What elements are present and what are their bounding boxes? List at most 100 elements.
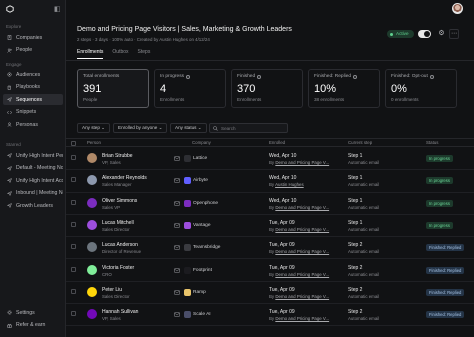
step-filter-dropdown[interactable]: Any step ⌄ [77, 123, 111, 133]
sidebar-item-label: Growth Leaders [16, 202, 53, 209]
sidebar-item-default-meeting-no[interactable]: Default - Meeting No... [3, 163, 63, 174]
column-current-step[interactable]: Current step [348, 140, 372, 145]
table-row[interactable]: Alexander Reynolds Sales Manager Airbyte We… [66, 170, 474, 193]
person-name[interactable]: Lucas Anderson [102, 242, 138, 248]
row-checkbox[interactable] [71, 199, 76, 205]
sidebar-item-snippets[interactable]: Snippets [3, 107, 63, 118]
table-row[interactable]: Hannah Sullivan VP, Sales Scale AI Tue, Apr… [66, 304, 474, 327]
enrolled-by-link[interactable]: Demo and Pricing Page V... [275, 249, 329, 254]
person-name[interactable]: Brian Strubbe [102, 153, 133, 159]
stat-card-in-progress[interactable]: In progress 4 Enrollments [154, 69, 226, 108]
select-all-checkbox[interactable] [71, 140, 76, 146]
person-name[interactable]: Peter Liu [102, 287, 122, 293]
person-name[interactable]: Alexander Reynolds [102, 175, 147, 181]
enrolled-by-link[interactable]: Demo and Pricing Page V... [275, 294, 329, 299]
sidebar-item-growth-leaders[interactable]: Growth Leaders [3, 200, 63, 211]
sidebar-item-refer-earn[interactable]: Refer & earn [3, 320, 63, 331]
column-person[interactable]: Person [87, 140, 101, 145]
table-row[interactable]: Peter Liu Sales Director Ramp Tue, Apr 09 By… [66, 282, 474, 305]
sidebar-item-people[interactable]: People [3, 45, 63, 56]
status-filter-dropdown[interactable]: Any status ⌄ [170, 123, 207, 133]
row-checkbox[interactable] [71, 244, 76, 250]
enrolled-by-link[interactable]: Demo and Pricing Page V... [275, 160, 329, 165]
user-avatar[interactable] [452, 3, 463, 14]
sidebar-item-label: Audiences [16, 71, 41, 78]
search-box[interactable] [209, 123, 288, 133]
company-name[interactable]: Footprint [193, 268, 212, 273]
tab-outbox[interactable]: Outbox [112, 49, 128, 59]
enrolled-by-link[interactable]: Demo and Pricing Page V... [275, 272, 329, 277]
mail-icon [174, 290, 180, 295]
sidebar-item-playbooks[interactable]: Playbooks [3, 82, 63, 93]
person-name[interactable]: Oliver Simmons [102, 198, 137, 204]
info-icon[interactable] [429, 74, 434, 79]
enrolled-by-link[interactable]: Austin Hughes [275, 182, 304, 187]
company-name[interactable]: Ramp [193, 290, 206, 295]
app-logo-icon[interactable] [6, 5, 14, 13]
avatar [87, 242, 97, 253]
sidebar-item-sequences[interactable]: Sequences [3, 94, 63, 105]
column-enrolled[interactable]: Enrolled [269, 140, 285, 145]
sidebar-item-label: Playbooks [16, 84, 40, 90]
sidebar-item-audiences[interactable]: Audiences [3, 69, 63, 80]
table-row[interactable]: Lucas Anderson Director of Revenue Teamsbr… [66, 237, 474, 260]
row-checkbox[interactable] [71, 177, 76, 183]
stat-value: 0% [391, 83, 407, 95]
company-name[interactable]: Lattice [193, 156, 207, 161]
table-row[interactable]: Oliver Simmons Sales VP Openphone Wed, Apr … [66, 193, 474, 215]
tab-steps[interactable]: Steps [138, 49, 151, 59]
table-row[interactable]: Lucas Mitchell Sales Director Vantage Tue, … [66, 215, 474, 238]
row-checkbox[interactable] [71, 221, 76, 227]
step-type: Automatic email [348, 293, 380, 299]
enrolled-by-link[interactable]: Demo and Pricing Page V... [275, 316, 329, 321]
info-icon[interactable] [353, 74, 358, 79]
info-icon[interactable] [186, 74, 190, 79]
table-row[interactable]: Victoria Foster CRO Footprint Tue, Apr 09 By… [66, 260, 474, 282]
info-icon[interactable] [257, 74, 262, 79]
stat-card-total-enrollments[interactable]: Total enrollments 391 People [77, 69, 149, 108]
status-badge: In progress [426, 155, 453, 162]
search-input[interactable] [221, 125, 286, 131]
send-icon [7, 190, 12, 196]
row-checkbox[interactable] [71, 155, 76, 160]
sidebar-item-settings[interactable]: Settings [3, 307, 63, 318]
row-checkbox[interactable] [71, 288, 76, 294]
sidebar-item-unify-high-intent-per[interactable]: Unify High Intent Per... [3, 150, 63, 161]
company-name[interactable]: Openphone [193, 201, 218, 206]
person-name[interactable]: Victoria Foster [102, 265, 134, 271]
stat-card-finished[interactable]: Finished 370 Enrollments [231, 69, 303, 108]
company-name[interactable]: Airbyte [193, 178, 208, 183]
collapse-sidebar-icon[interactable]: ◧ [54, 5, 61, 13]
table-row[interactable]: Brian Strubbe VP, Sales Lattice Wed, Apr 10… [66, 148, 474, 171]
enrolled-by-link[interactable]: Demo and Pricing Page V... [275, 227, 329, 232]
sidebar-item-companies[interactable]: Companies [3, 32, 63, 43]
stat-card-finished-opt-out[interactable]: Finished: Opt-out 0% 0 enrollments [385, 69, 457, 108]
enrolled-by-filter-dropdown[interactable]: Enrolled by anyone ⌄ [113, 123, 168, 133]
tab-enrollments[interactable]: Enrollments [77, 49, 104, 59]
sidebar-item-personas[interactable]: Personas [3, 119, 63, 130]
person-name[interactable]: Lucas Mitchell [102, 220, 134, 226]
person-title: VP, Sales [102, 160, 121, 165]
step-type: Automatic email [348, 316, 380, 322]
sequence-active-toggle[interactable] [418, 30, 431, 38]
column-status[interactable]: Status [426, 140, 438, 145]
current-step: Step 2 [348, 286, 363, 293]
row-checkbox[interactable] [71, 266, 76, 272]
more-options-icon[interactable]: ⋯ [449, 29, 459, 39]
person-name[interactable]: Hannah Sullivan [102, 309, 138, 315]
company-name[interactable]: Scale AI [193, 312, 211, 317]
avatar [87, 286, 97, 297]
company-name[interactable]: Vantage [193, 223, 211, 228]
stat-card-finished-replied[interactable]: Finished: Replied 10% 38 enrollments [308, 69, 380, 108]
enrolled-by: By Demo and Pricing Page V... [269, 204, 330, 210]
company-name[interactable]: Teamsbridge [193, 245, 220, 250]
column-company[interactable]: Company [192, 140, 211, 145]
sidebar: ◧ Explore Companies People Engage Audienc… [0, 0, 66, 337]
sidebar-item-inbound-meeting-no[interactable]: Inbound | Meeting No... [3, 188, 63, 199]
row-checkbox[interactable] [71, 311, 76, 317]
section-explore-label: Explore [6, 24, 22, 29]
enrolled-by-link[interactable]: Demo and Pricing Page V... [275, 205, 329, 210]
company-logo-icon [184, 221, 191, 229]
sidebar-item-unify-high-intent-acc[interactable]: Unify High Intent Acc... [3, 175, 63, 186]
gear-icon[interactable]: ⚙ [437, 29, 446, 38]
